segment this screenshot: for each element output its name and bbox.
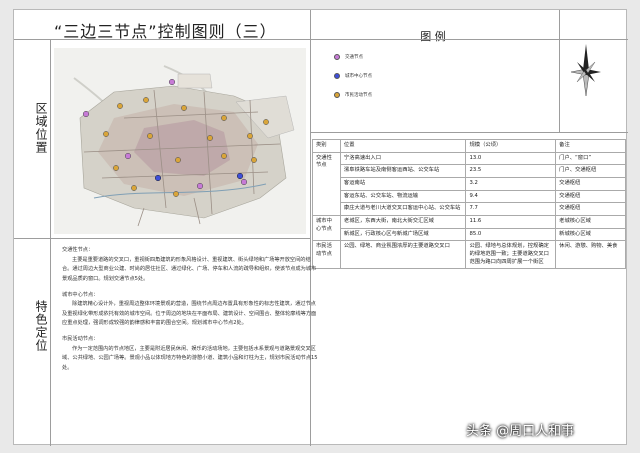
legend-label: 交通节点 (345, 55, 363, 60)
traffic-node-marker (82, 110, 90, 118)
scale-cell: 11.6 (465, 215, 557, 229)
civic-node-marker (175, 157, 181, 163)
location-cell: 客运南站 (339, 177, 467, 191)
legend-label: 城市中心节点 (345, 74, 372, 79)
scale-cell: 23.5 (465, 164, 557, 179)
traffic-node-heading: 交通性节点： (62, 247, 94, 253)
civic-node-text: 作为一定范围内的节点地区，主要是附近居民休闲、娱乐的活动场地，主要包括水系景观与… (62, 345, 318, 371)
note-cell: 休闲、游憩、购物、美食 (555, 240, 626, 270)
civic-node-marker (247, 133, 253, 139)
center-node-heading: 城市中心节点： (62, 291, 99, 298)
north-arrow-icon (570, 44, 601, 97)
category-cell: 交通性节点 (312, 151, 341, 217)
category-cell: 城市中心节点 (312, 215, 341, 242)
legend-swatch (334, 73, 340, 79)
feature-description: 交通性节点： 主要是重要道路的交叉口，重视街四角建筑的形象风格设计、重视建筑、街… (62, 246, 320, 374)
table-header-row: 类别 位置 规模（公顷） 备注 (312, 139, 626, 153)
city-center-node-marker (154, 174, 162, 182)
column-header: 备注 (555, 139, 626, 153)
legend-item-civic: 市民活动节点 (334, 92, 372, 98)
civic-node-marker (131, 185, 137, 191)
scale-cell: 13.0 (465, 151, 557, 166)
legend-header: 图 例 (420, 30, 446, 43)
civic-node-marker (221, 115, 227, 121)
civic-node-marker (103, 131, 109, 137)
civic-node-marker (251, 157, 257, 163)
civic-node-marker (221, 153, 227, 159)
table-row: 交通性节点 宁洛高速出入口 13.0 门户、“窗口” (312, 151, 626, 217)
divider (310, 10, 311, 446)
civic-node-marker (181, 105, 187, 111)
civic-node-marker (143, 97, 149, 103)
divider (310, 132, 628, 133)
divider (559, 10, 560, 132)
traffic-node-marker (168, 78, 176, 86)
table-row: 漯阜铁路车站及南侧客运西站、公交车站 23.5 门户、交通枢纽 (313, 164, 626, 179)
legend-item-center: 城市中心节点 (334, 73, 372, 79)
traffic-node-marker (196, 182, 204, 190)
scale-cell: 9.4 (465, 189, 557, 204)
civic-node-marker (147, 133, 153, 139)
civic-node-marker (263, 119, 269, 125)
legend-label: 市民活动节点 (345, 93, 372, 98)
node-markers (82, 78, 269, 197)
scale-cell: 85.0 (465, 227, 557, 242)
table-row: 新城区，行政核心区与新城广场区域 85.0 新城核心区域 (313, 227, 626, 242)
note-cell: 新城核心区域 (555, 227, 626, 242)
traffic-node-marker (240, 178, 248, 186)
scale-cell: 3.2 (465, 177, 557, 191)
table-row: 城市中心节点 老城区，东西大街，南北大街交汇区域 11.6 老城核心区域 (312, 215, 626, 242)
divider (50, 39, 51, 446)
center-node-text: 除建筑精心设计外，重视周边整体环境景观的营造，围绕节点周边布置具有形象性的标志性… (62, 301, 317, 327)
table-row: 康庄大道与老川大道交叉口客运中心站、公交车站 7.7 交通枢纽 (313, 202, 626, 217)
city-center-node-marker (236, 172, 244, 180)
column-header: 类别 (312, 139, 341, 153)
location-map (54, 48, 306, 234)
watermark: 头条 @周口人和事 (466, 424, 575, 439)
table-row: 市民活动节点 公园、绿地、商业氛围浓厚的主要道路交叉口 公园、绿地与总体规划，控… (312, 240, 626, 270)
scale-cell: 公园、绿地与总体规划，控规确定的绿地范围一致；主要道路交叉口范围为路口向四周扩展… (465, 240, 557, 270)
region-section-label: 区域位置 (34, 102, 48, 154)
location-cell: 客运东站、公交车站、物流运输 (339, 189, 467, 204)
legend-swatch (334, 54, 340, 60)
legend-swatch (334, 92, 340, 98)
location-cell: 公园、绿地、商业氛围浓厚的主要道路交叉口 (339, 240, 467, 270)
civic-node-marker (113, 165, 119, 171)
legend-item-traffic: 交通节点 (334, 54, 363, 60)
features-section-label: 特色定位 (34, 300, 48, 352)
civic-node-marker (117, 103, 123, 109)
civic-node-heading: 市民活动节点： (62, 336, 99, 342)
column-header: 位置 (339, 139, 467, 153)
location-cell: 宁洛高速出入口 (339, 151, 467, 166)
note-cell: 门户、交通枢纽 (555, 164, 626, 179)
note-cell: 交通枢纽 (555, 202, 626, 217)
table-row: 客运南站 3.2 交通枢纽 (313, 177, 626, 191)
scale-cell: 7.7 (465, 202, 557, 217)
note-cell: 交通枢纽 (555, 189, 626, 204)
traffic-node-text: 主要是重要道路的交叉口，重视街四角建筑的形象风格设计、重视建筑、街头绿地和广场等… (62, 256, 317, 282)
plan-sheet: “三边三节点”控制图则（三） 图 例 区域位置 特色定位 交通节点 城市中心节点… (13, 9, 628, 446)
note-cell: 门户、“窗口” (555, 151, 626, 166)
location-cell: 康庄大道与老川大道交叉口客运中心站、公交车站 (339, 202, 467, 217)
table-row: 客运东站、公交车站、物流运输 9.4 交通枢纽 (313, 189, 626, 204)
civic-node-marker (173, 191, 179, 197)
civic-node-marker (207, 135, 213, 141)
note-cell: 交通枢纽 (555, 177, 626, 191)
divider (14, 238, 310, 239)
divider (14, 39, 628, 40)
traffic-node-marker (124, 152, 132, 160)
location-cell: 新城区，行政核心区与新城广场区域 (339, 227, 467, 242)
column-header: 规模（公顷） (465, 139, 557, 153)
node-control-table: 类别 位置 规模（公顷） 备注 交通性节点 宁洛高速出入口 13.0 门户、“窗… (312, 139, 626, 270)
location-cell: 漯阜铁路车站及南侧客运西站、公交车站 (339, 164, 467, 179)
location-cell: 老城区，东西大街，南北大街交汇区域 (339, 215, 467, 229)
note-cell: 老城核心区域 (555, 215, 626, 229)
